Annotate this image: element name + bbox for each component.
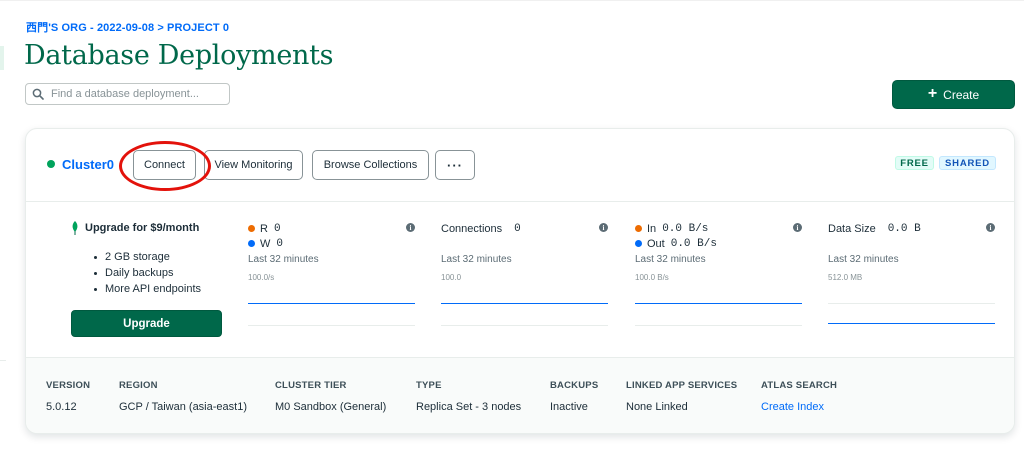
detail-label: TYPE (416, 380, 442, 391)
metric-row-read: R 0 (248, 221, 415, 236)
search-input[interactable] (51, 88, 221, 100)
metric-value: 0 (514, 222, 521, 235)
network-out-dot (635, 240, 642, 247)
detail-type: TYPE Replica Set - 3 nodes (416, 380, 521, 413)
metric-row-write: W 0 (248, 236, 415, 251)
upgrade-title-text: Upgrade for $9/month (85, 222, 200, 234)
metric-connections[interactable]: Connections 0 i Last 32 minutes 100.0 (441, 221, 608, 331)
metric-baseline (635, 325, 802, 326)
metric-sparkline (635, 303, 802, 304)
detail-label: CLUSTER TIER (275, 380, 347, 391)
info-icon[interactable]: i (599, 223, 608, 232)
detail-value: None Linked (626, 401, 688, 413)
detail-value: GCP / Taiwan (asia-east1) (119, 401, 247, 413)
metric-value: 0 (276, 237, 283, 250)
shared-badge: SHARED (939, 156, 996, 170)
detail-region: REGION GCP / Taiwan (asia-east1) (119, 380, 247, 413)
left-nav-divider (0, 360, 6, 361)
info-icon[interactable]: i (793, 223, 802, 232)
metric-scale: 512.0 MB (828, 273, 863, 282)
detail-value: Replica Set - 3 nodes (416, 401, 522, 413)
metric-row-data-size: Data Size 0.0 B (828, 221, 995, 236)
detail-value: 5.0.12 (46, 401, 77, 413)
metric-baseline (441, 325, 608, 326)
cluster-name-link[interactable]: Cluster0 (62, 157, 114, 172)
metric-value: 0 (273, 222, 281, 235)
detail-linked-app-services: LINKED APP SERVICES None Linked (626, 380, 737, 413)
info-icon[interactable]: i (986, 223, 995, 232)
metric-value: 0.0 B/s (670, 237, 717, 250)
upgrade-panel: Upgrade for $9/month 2 GB storage Daily … (71, 221, 226, 337)
detail-label: BACKUPS (550, 380, 599, 391)
detail-value: M0 Sandbox (General) (275, 401, 387, 413)
metric-sparkline (828, 323, 995, 324)
card-divider (26, 201, 1014, 202)
metric-baseline (828, 303, 995, 304)
leaf-icon (72, 221, 78, 235)
browse-collections-button[interactable]: Browse Collections (312, 150, 429, 180)
detail-backups: BACKUPS Inactive (550, 380, 598, 413)
cluster-card: Cluster0 Connect View Monitoring Browse … (25, 128, 1015, 434)
metric-label: Data Size (828, 222, 876, 235)
detail-cluster-tier: CLUSTER TIER M0 Sandbox (General) (275, 380, 386, 413)
detail-label: REGION (119, 380, 158, 391)
metric-timespan: Last 32 minutes (635, 254, 706, 265)
page-title: Database Deployments (24, 40, 334, 71)
upgrade-feature: More API endpoints (94, 281, 226, 297)
metric-label: R (260, 222, 268, 235)
more-options-button[interactable]: ··· (435, 150, 475, 180)
top-border (0, 0, 1024, 1)
metric-label: In (647, 222, 657, 235)
metric-scale: 100.0 (441, 273, 462, 282)
create-button-label: Create (943, 87, 980, 102)
metric-label: Connections (441, 222, 503, 235)
cluster-details-footer: VERSION 5.0.12 REGION GCP / Taiwan (asia… (26, 357, 1014, 433)
network-in-dot (635, 225, 642, 232)
metric-row-out: Out 0.0 B/s (635, 236, 802, 251)
view-monitoring-button[interactable]: View Monitoring (204, 150, 303, 180)
metric-sparkline (441, 303, 608, 304)
metric-timespan: Last 32 minutes (828, 254, 899, 265)
free-badge: FREE (895, 156, 934, 170)
metric-scale: 100.0/s (248, 273, 275, 282)
detail-version: VERSION 5.0.12 (46, 380, 90, 413)
create-index-link[interactable]: Create Index (761, 401, 837, 413)
metric-network[interactable]: In 0.0 B/s Out 0.0 B/s i Last 32 minutes… (635, 221, 802, 331)
metric-data-size[interactable]: Data Size 0.0 B i Last 32 minutes 512.0 … (828, 221, 995, 331)
metric-timespan: Last 32 minutes (248, 254, 319, 265)
search-box[interactable] (25, 83, 230, 105)
detail-atlas-search: ATLAS SEARCH Create Index (761, 380, 837, 413)
metric-timespan: Last 32 minutes (441, 254, 512, 265)
upgrade-button[interactable]: Upgrade (71, 310, 222, 337)
detail-label: ATLAS SEARCH (761, 380, 838, 391)
metric-sparkline (248, 303, 415, 304)
upgrade-feature: 2 GB storage (94, 249, 226, 265)
metric-scale: 100.0 B/s (635, 273, 669, 282)
detail-label: VERSION (46, 380, 91, 391)
detail-value: Inactive (550, 401, 588, 413)
metric-value: 0.0 B (887, 222, 921, 235)
upgrade-feature-list: 2 GB storage Daily backups More API endp… (94, 249, 226, 297)
upgrade-title: Upgrade for $9/month (71, 221, 226, 235)
metric-value: 0.0 B/s (662, 222, 709, 235)
plus-icon: + (927, 85, 938, 102)
detail-label: LINKED APP SERVICES (626, 380, 738, 391)
metric-row-connections: Connections 0 (441, 221, 608, 236)
create-button[interactable]: + Create (892, 80, 1015, 109)
connect-button[interactable]: Connect (133, 150, 196, 180)
upgrade-feature: Daily backups (94, 265, 226, 281)
breadcrumb[interactable]: 西門'S ORG - 2022-09-08 > PROJECT 0 (26, 19, 229, 35)
left-nav-accent (0, 46, 4, 70)
info-icon[interactable]: i (406, 223, 415, 232)
read-dot (248, 225, 255, 232)
metric-row-in: In 0.0 B/s (635, 221, 802, 236)
metric-label: W (260, 237, 271, 250)
metric-baseline (248, 325, 415, 326)
metric-label: Out (647, 237, 665, 250)
search-icon (32, 88, 44, 100)
metric-read-write[interactable]: R 0 W 0 i Last 32 minutes 100.0/s (248, 221, 415, 331)
cluster-status-dot (47, 160, 55, 168)
write-dot (248, 240, 255, 247)
